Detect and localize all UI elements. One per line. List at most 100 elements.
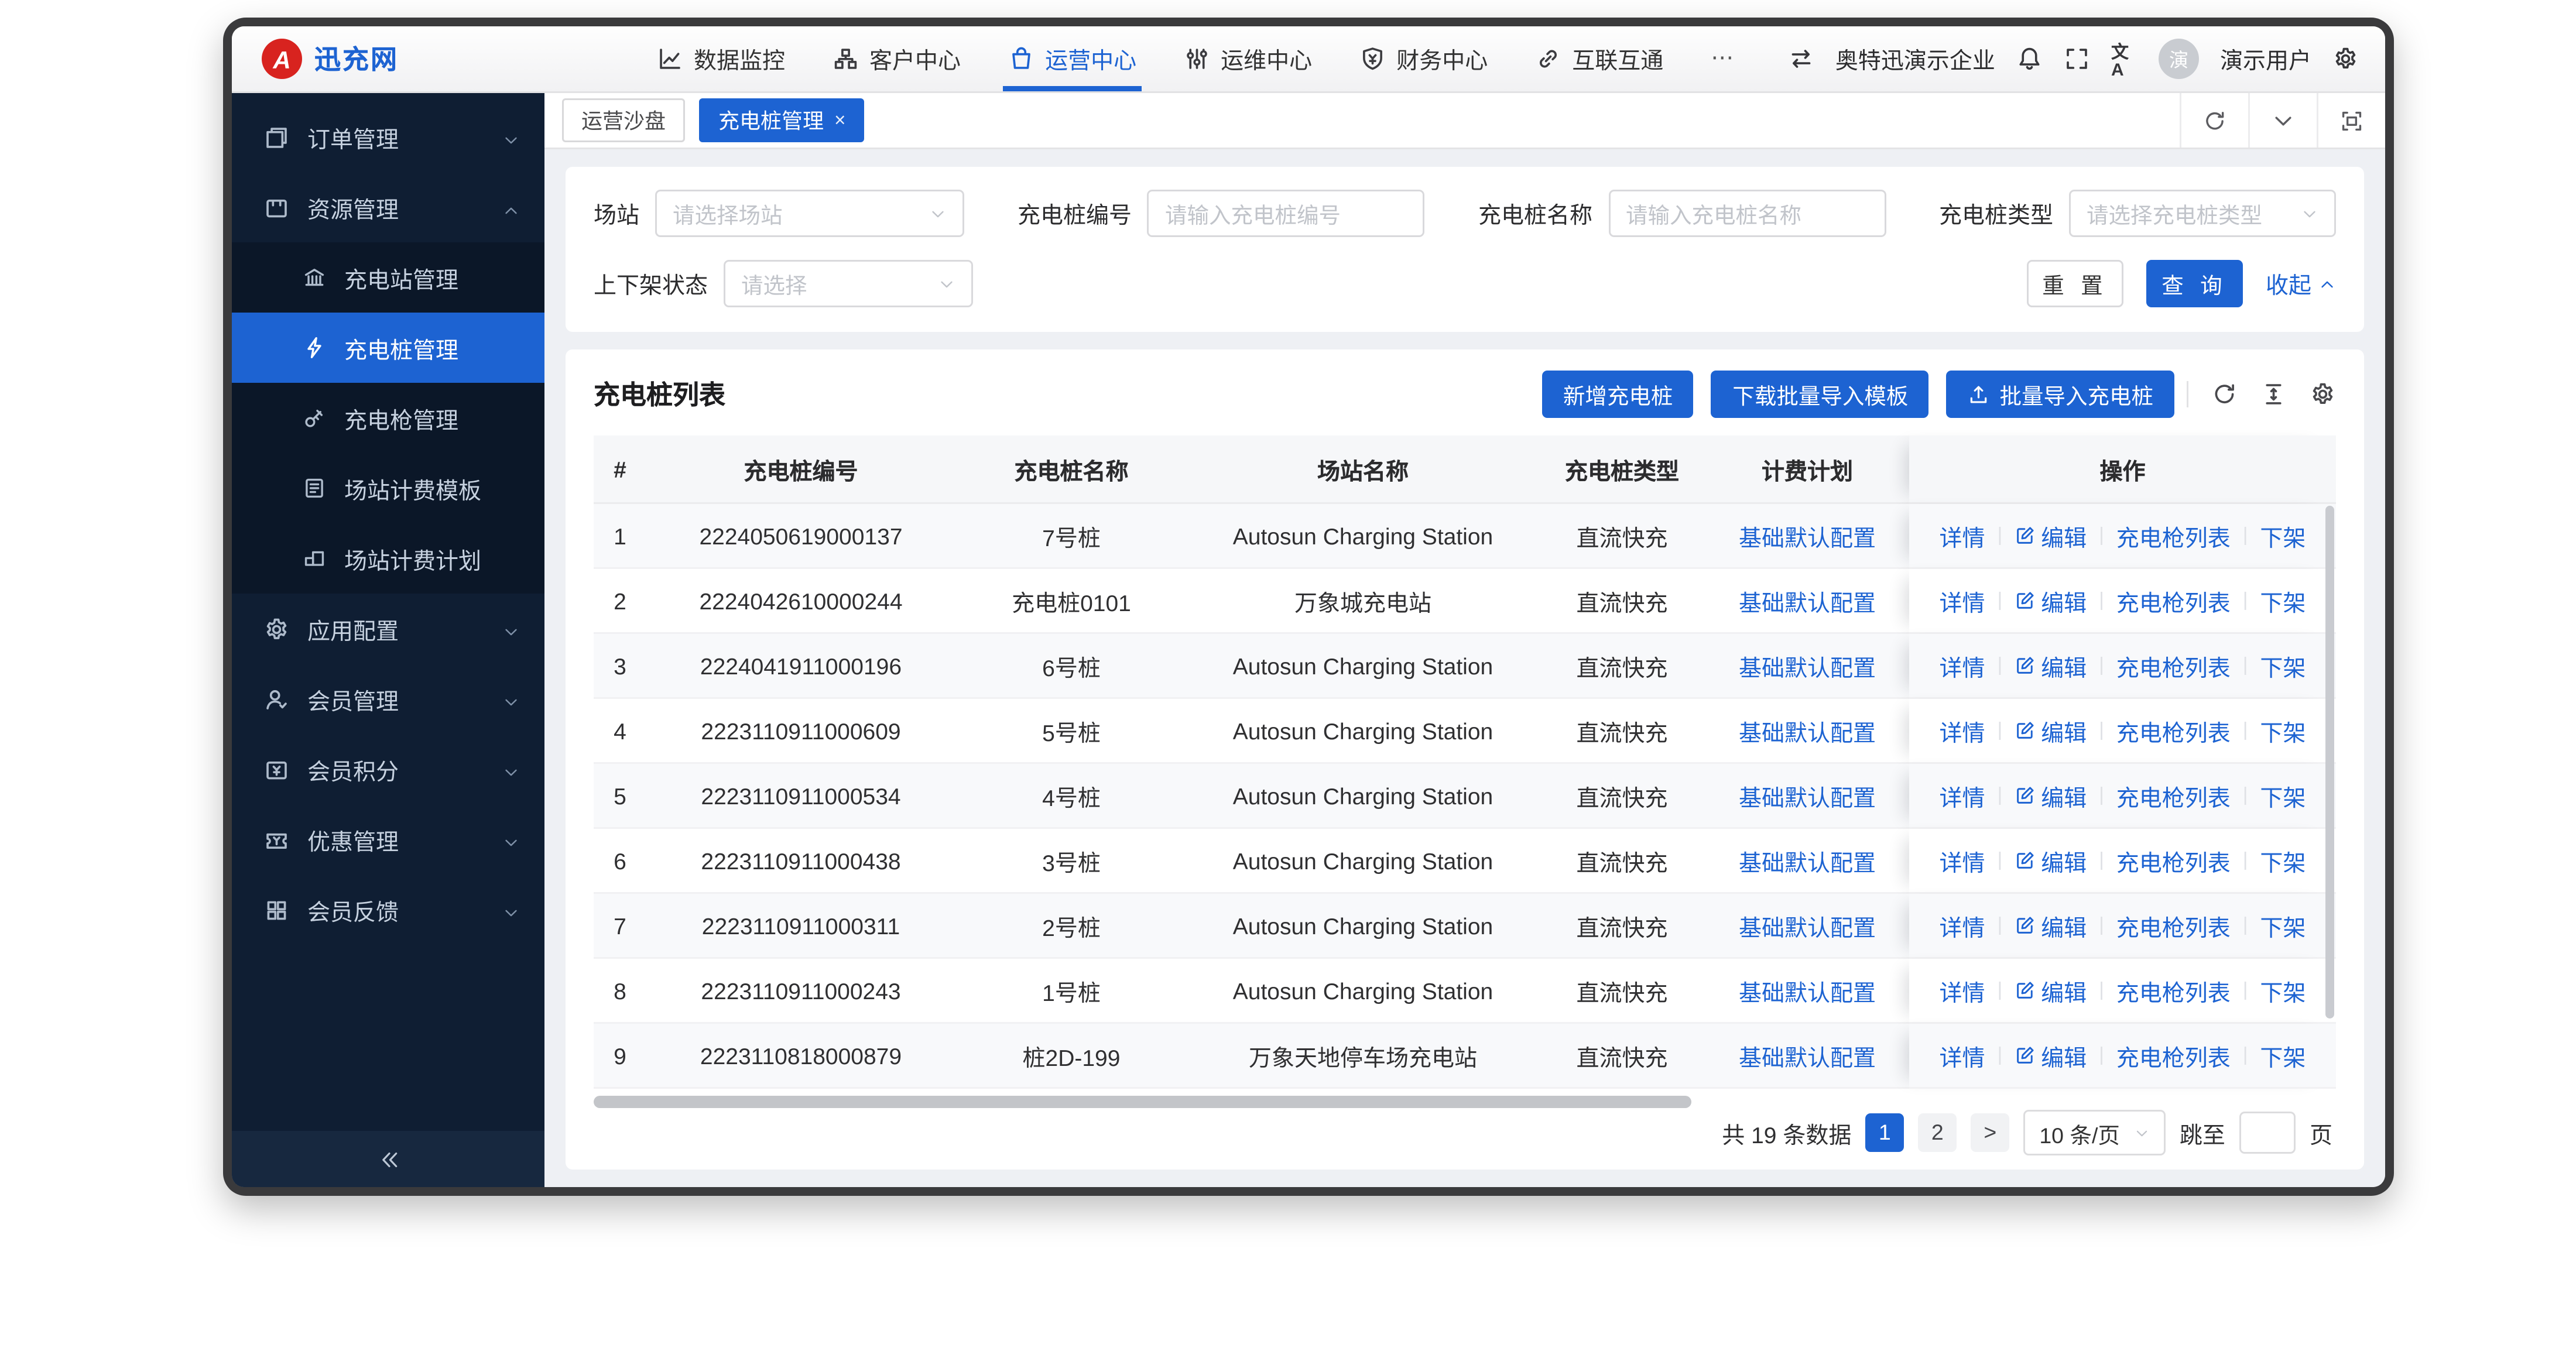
topnav-item[interactable]: 互联互通 bbox=[1535, 26, 1663, 91]
switch-enterprise-icon[interactable] bbox=[1788, 46, 1814, 72]
detail-link[interactable]: 详情 bbox=[1940, 584, 1985, 618]
page-number-button[interactable]: 2 bbox=[1918, 1113, 1957, 1152]
page-size-select[interactable]: 10 条/页 bbox=[2023, 1110, 2166, 1155]
avatar[interactable]: 演 bbox=[2159, 39, 2199, 79]
fullscreen-icon[interactable] bbox=[2064, 46, 2090, 72]
topnav-item[interactable]: 客户中心 bbox=[833, 26, 961, 91]
gun-list-link[interactable]: 充电枪列表 bbox=[2116, 519, 2231, 553]
search-button[interactable]: 查 询 bbox=[2146, 260, 2243, 307]
billing-plan-link[interactable]: 基础默认配置 bbox=[1739, 909, 1876, 942]
maximize-content-button[interactable] bbox=[2317, 93, 2385, 148]
detail-link[interactable]: 详情 bbox=[1940, 909, 1985, 942]
billing-plan-link[interactable]: 基础默认配置 bbox=[1739, 1039, 1876, 1072]
detail-link[interactable]: 详情 bbox=[1940, 714, 1985, 747]
take-offline-link[interactable]: 下架 bbox=[2260, 779, 2306, 812]
status-select[interactable]: 请选择 bbox=[724, 260, 973, 307]
take-offline-link[interactable]: 下架 bbox=[2260, 714, 2306, 747]
row-density-icon[interactable] bbox=[2260, 381, 2287, 407]
notification-bell-icon[interactable] bbox=[2016, 46, 2043, 72]
settings-gear-icon[interactable] bbox=[2332, 46, 2359, 72]
detail-link[interactable]: 详情 bbox=[1940, 974, 1985, 1007]
enterprise-name[interactable]: 奥特迅演示企业 bbox=[1835, 42, 1995, 76]
sidebar-sub-item[interactable]: 场站计费模板 bbox=[232, 453, 544, 523]
topnav-item[interactable]: ⋯ bbox=[1711, 26, 1748, 91]
billing-plan-link[interactable]: 基础默认配置 bbox=[1739, 714, 1876, 747]
billing-plan-link[interactable]: 基础默认配置 bbox=[1739, 974, 1876, 1007]
sidebar-group-item[interactable]: 订单管理 bbox=[232, 102, 544, 172]
billing-plan-link[interactable]: 基础默认配置 bbox=[1739, 649, 1876, 683]
list-action-button[interactable]: 批量导入充电桩 bbox=[1947, 371, 2174, 418]
sidebar-sub-item[interactable]: 充电站管理 bbox=[232, 242, 544, 313]
refresh-tab-button[interactable] bbox=[2180, 93, 2248, 148]
list-action-button[interactable]: 下载批量导入模板 bbox=[1711, 371, 1929, 418]
collapse-filters-link[interactable]: 收起 bbox=[2266, 267, 2336, 300]
billing-plan-link[interactable]: 基础默认配置 bbox=[1739, 584, 1876, 618]
sidebar-group-item[interactable]: 会员反馈 bbox=[232, 875, 544, 945]
list-action-button[interactable]: 新增充电桩 bbox=[1542, 371, 1694, 418]
take-offline-link[interactable]: 下架 bbox=[2260, 584, 2306, 618]
take-offline-link[interactable]: 下架 bbox=[2260, 519, 2306, 553]
edit-link[interactable]: 编辑 bbox=[2015, 714, 2087, 747]
detail-link[interactable]: 详情 bbox=[1940, 779, 1985, 812]
column-settings-gear-icon[interactable] bbox=[2310, 381, 2336, 407]
edit-link[interactable]: 编辑 bbox=[2015, 844, 2087, 877]
gun-list-link[interactable]: 充电枪列表 bbox=[2116, 909, 2231, 942]
take-offline-link[interactable]: 下架 bbox=[2260, 844, 2306, 877]
filter-control[interactable]: 请输入充电桩名称 bbox=[1608, 190, 1886, 237]
take-offline-link[interactable]: 下架 bbox=[2260, 1039, 2306, 1072]
topnav-item[interactable]: 数据监控 bbox=[657, 26, 785, 91]
gun-list-link[interactable]: 充电枪列表 bbox=[2116, 974, 2231, 1007]
next-page-button[interactable]: > bbox=[1971, 1113, 2009, 1152]
sidebar-group-item[interactable]: 会员积分 bbox=[232, 734, 544, 804]
billing-plan-link[interactable]: 基础默认配置 bbox=[1739, 844, 1876, 877]
edit-link[interactable]: 编辑 bbox=[2015, 1039, 2087, 1072]
edit-link[interactable]: 编辑 bbox=[2015, 909, 2087, 942]
filter-control[interactable]: 请选择充电桩类型 bbox=[2069, 190, 2336, 237]
tab-list-dropdown-button[interactable] bbox=[2248, 93, 2317, 148]
reload-table-icon[interactable] bbox=[2211, 381, 2238, 407]
jump-page-input[interactable] bbox=[2239, 1112, 2296, 1154]
edit-link[interactable]: 编辑 bbox=[2015, 584, 2087, 618]
sidebar-group-item[interactable]: 会员管理 bbox=[232, 664, 544, 734]
billing-plan-link[interactable]: 基础默认配置 bbox=[1739, 519, 1876, 553]
edit-link[interactable]: 编辑 bbox=[2015, 649, 2087, 683]
gun-list-link[interactable]: 充电枪列表 bbox=[2116, 714, 2231, 747]
vertical-scrollbar-thumb[interactable] bbox=[2325, 506, 2334, 1018]
sidebar-sub-item[interactable]: 充电枪管理 bbox=[232, 383, 544, 453]
gun-list-link[interactable]: 充电枪列表 bbox=[2116, 1039, 2231, 1072]
edit-link[interactable]: 编辑 bbox=[2015, 779, 2087, 812]
user-name[interactable]: 演示用户 bbox=[2220, 42, 2311, 76]
topnav-item[interactable]: 运营中心 bbox=[1008, 26, 1136, 91]
billing-plan-link[interactable]: 基础默认配置 bbox=[1739, 779, 1876, 812]
detail-link[interactable]: 详情 bbox=[1940, 519, 1985, 553]
page-tab[interactable]: 充电桩管理 × bbox=[699, 98, 865, 142]
edit-link[interactable]: 编辑 bbox=[2015, 519, 2087, 553]
take-offline-link[interactable]: 下架 bbox=[2260, 649, 2306, 683]
edit-link[interactable]: 编辑 bbox=[2015, 974, 2087, 1007]
detail-link[interactable]: 详情 bbox=[1940, 844, 1985, 877]
horizontal-scrollbar-thumb[interactable] bbox=[594, 1096, 1691, 1108]
sidebar-collapse-button[interactable] bbox=[232, 1131, 544, 1187]
gun-list-link[interactable]: 充电枪列表 bbox=[2116, 779, 2231, 812]
filter-control[interactable]: 请选择场站 bbox=[655, 190, 964, 237]
topnav-item[interactable]: 财务中心 bbox=[1359, 26, 1488, 91]
take-offline-link[interactable]: 下架 bbox=[2260, 909, 2306, 942]
filter-control[interactable]: 请输入充电桩编号 bbox=[1147, 190, 1425, 237]
sidebar-sub-item[interactable]: 充电桩管理 bbox=[232, 313, 544, 383]
sidebar-sub-item[interactable]: 场站计费计划 bbox=[232, 523, 544, 594]
detail-link[interactable]: 详情 bbox=[1940, 1039, 1985, 1072]
topnav-item[interactable]: 运维中心 bbox=[1184, 26, 1312, 91]
gun-list-link[interactable]: 充电枪列表 bbox=[2116, 844, 2231, 877]
page-number-button[interactable]: 1 bbox=[1865, 1113, 1904, 1152]
gun-list-link[interactable]: 充电枪列表 bbox=[2116, 584, 2231, 618]
detail-link[interactable]: 详情 bbox=[1940, 649, 1985, 683]
take-offline-link[interactable]: 下架 bbox=[2260, 974, 2306, 1007]
sidebar-group-item[interactable]: 应用配置 bbox=[232, 594, 544, 664]
gun-list-link[interactable]: 充电枪列表 bbox=[2116, 649, 2231, 683]
close-icon[interactable]: × bbox=[834, 110, 845, 131]
sidebar-group-item[interactable]: 资源管理 bbox=[232, 172, 544, 242]
reset-button[interactable]: 重 置 bbox=[2027, 260, 2123, 307]
page-tab[interactable]: 运营沙盘 × bbox=[562, 98, 685, 142]
sidebar-group-item[interactable]: 优惠管理 bbox=[232, 804, 544, 875]
language-icon[interactable]: 文A bbox=[2111, 46, 2137, 72]
